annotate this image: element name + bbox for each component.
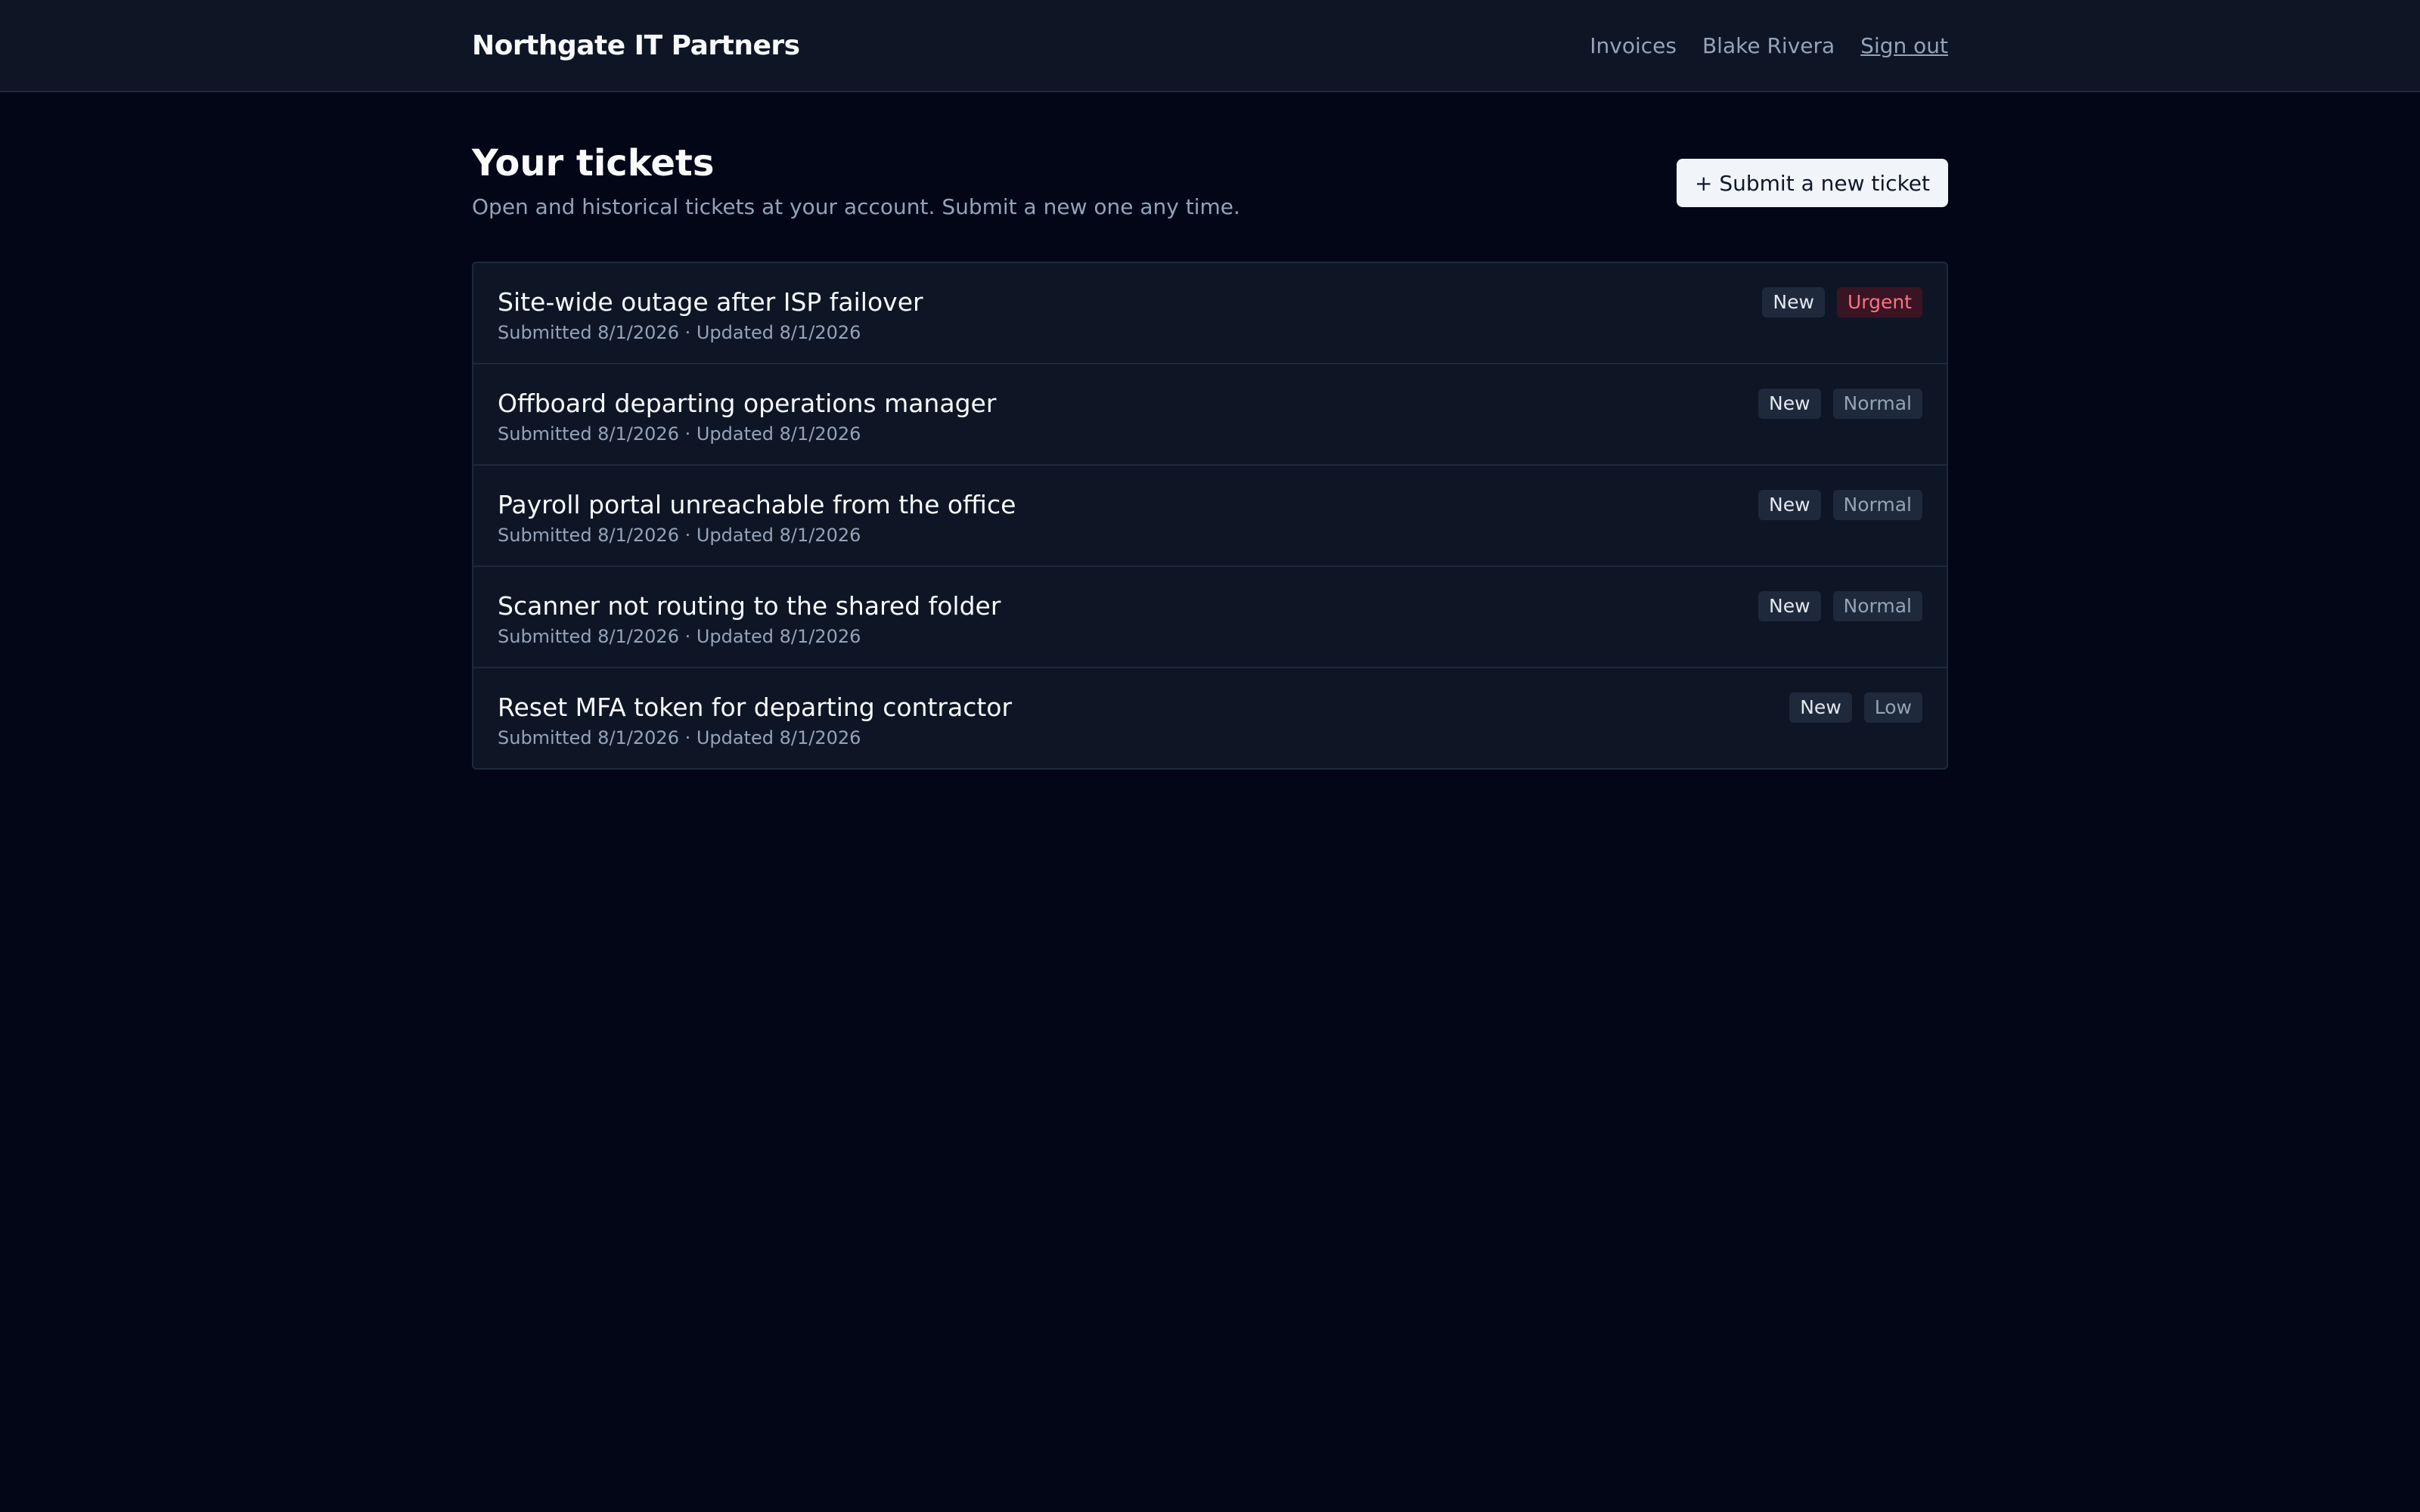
status-badge: New (1758, 389, 1821, 419)
ticket-meta: Submitted 8/1/2026 · Updated 8/1/2026 (498, 322, 861, 343)
ticket-badges: New Low (1789, 692, 1922, 723)
ticket-badges: New Normal (1758, 591, 1922, 621)
status-badge: New (1758, 490, 1821, 520)
ticket-title: Offboard departing operations manager (498, 389, 997, 418)
priority-badge: Normal (1832, 591, 1922, 621)
ticket-badges: New Normal (1758, 389, 1922, 419)
ticket-meta: Submitted 8/1/2026 · Updated 8/1/2026 (498, 626, 861, 647)
ticket-title: Payroll portal unreachable from the offi… (498, 490, 1016, 519)
status-badge: New (1762, 287, 1825, 318)
submit-new-ticket-button[interactable]: + Submit a new ticket (1677, 159, 1948, 207)
ticket-row[interactable]: Scanner not routing to the shared folder… (473, 567, 1947, 668)
priority-badge: Normal (1832, 389, 1922, 419)
topbar-container: Northgate IT Partners Invoices Blake Riv… (472, 0, 1948, 91)
ticket-row[interactable]: Payroll portal unreachable from the offi… (473, 466, 1947, 567)
ticket-meta: Submitted 8/1/2026 · Updated 8/1/2026 (498, 525, 861, 546)
ticket-row[interactable]: Site-wide outage after ISP failover Subm… (473, 263, 1947, 364)
sign-out-link[interactable]: Sign out (1860, 33, 1948, 58)
priority-badge: Normal (1832, 490, 1922, 520)
ticket-badges: New Urgent (1762, 287, 1922, 318)
ticket-badges: New Normal (1758, 490, 1922, 520)
ticket-meta: Submitted 8/1/2026 · Updated 8/1/2026 (498, 727, 861, 748)
ticket-title: Site-wide outage after ISP failover (498, 287, 923, 317)
ticket-row[interactable]: Reset MFA token for departing contractor… (473, 668, 1947, 768)
ticket-list: Site-wide outage after ISP failover Subm… (472, 262, 1948, 770)
priority-badge: Low (1863, 692, 1922, 723)
nav-links: Invoices Blake Rivera Sign out (1590, 33, 1948, 58)
ticket-meta: Submitted 8/1/2026 · Updated 8/1/2026 (498, 423, 861, 445)
status-badge: New (1789, 692, 1852, 723)
priority-badge: Urgent (1836, 287, 1922, 318)
ticket-title: Reset MFA token for departing contractor (498, 692, 1013, 722)
ticket-row[interactable]: Offboard departing operations manager Su… (473, 364, 1947, 466)
status-badge: New (1758, 591, 1821, 621)
top-navigation-bar: Northgate IT Partners Invoices Blake Riv… (0, 0, 2420, 92)
page-header: Your tickets Open and historical tickets… (472, 141, 1948, 231)
invoices-link[interactable]: Invoices (1590, 33, 1677, 58)
brand-name: Northgate IT Partners (472, 29, 800, 61)
user-name: Blake Rivera (1702, 33, 1835, 58)
ticket-title: Scanner not routing to the shared folder (498, 591, 1001, 621)
